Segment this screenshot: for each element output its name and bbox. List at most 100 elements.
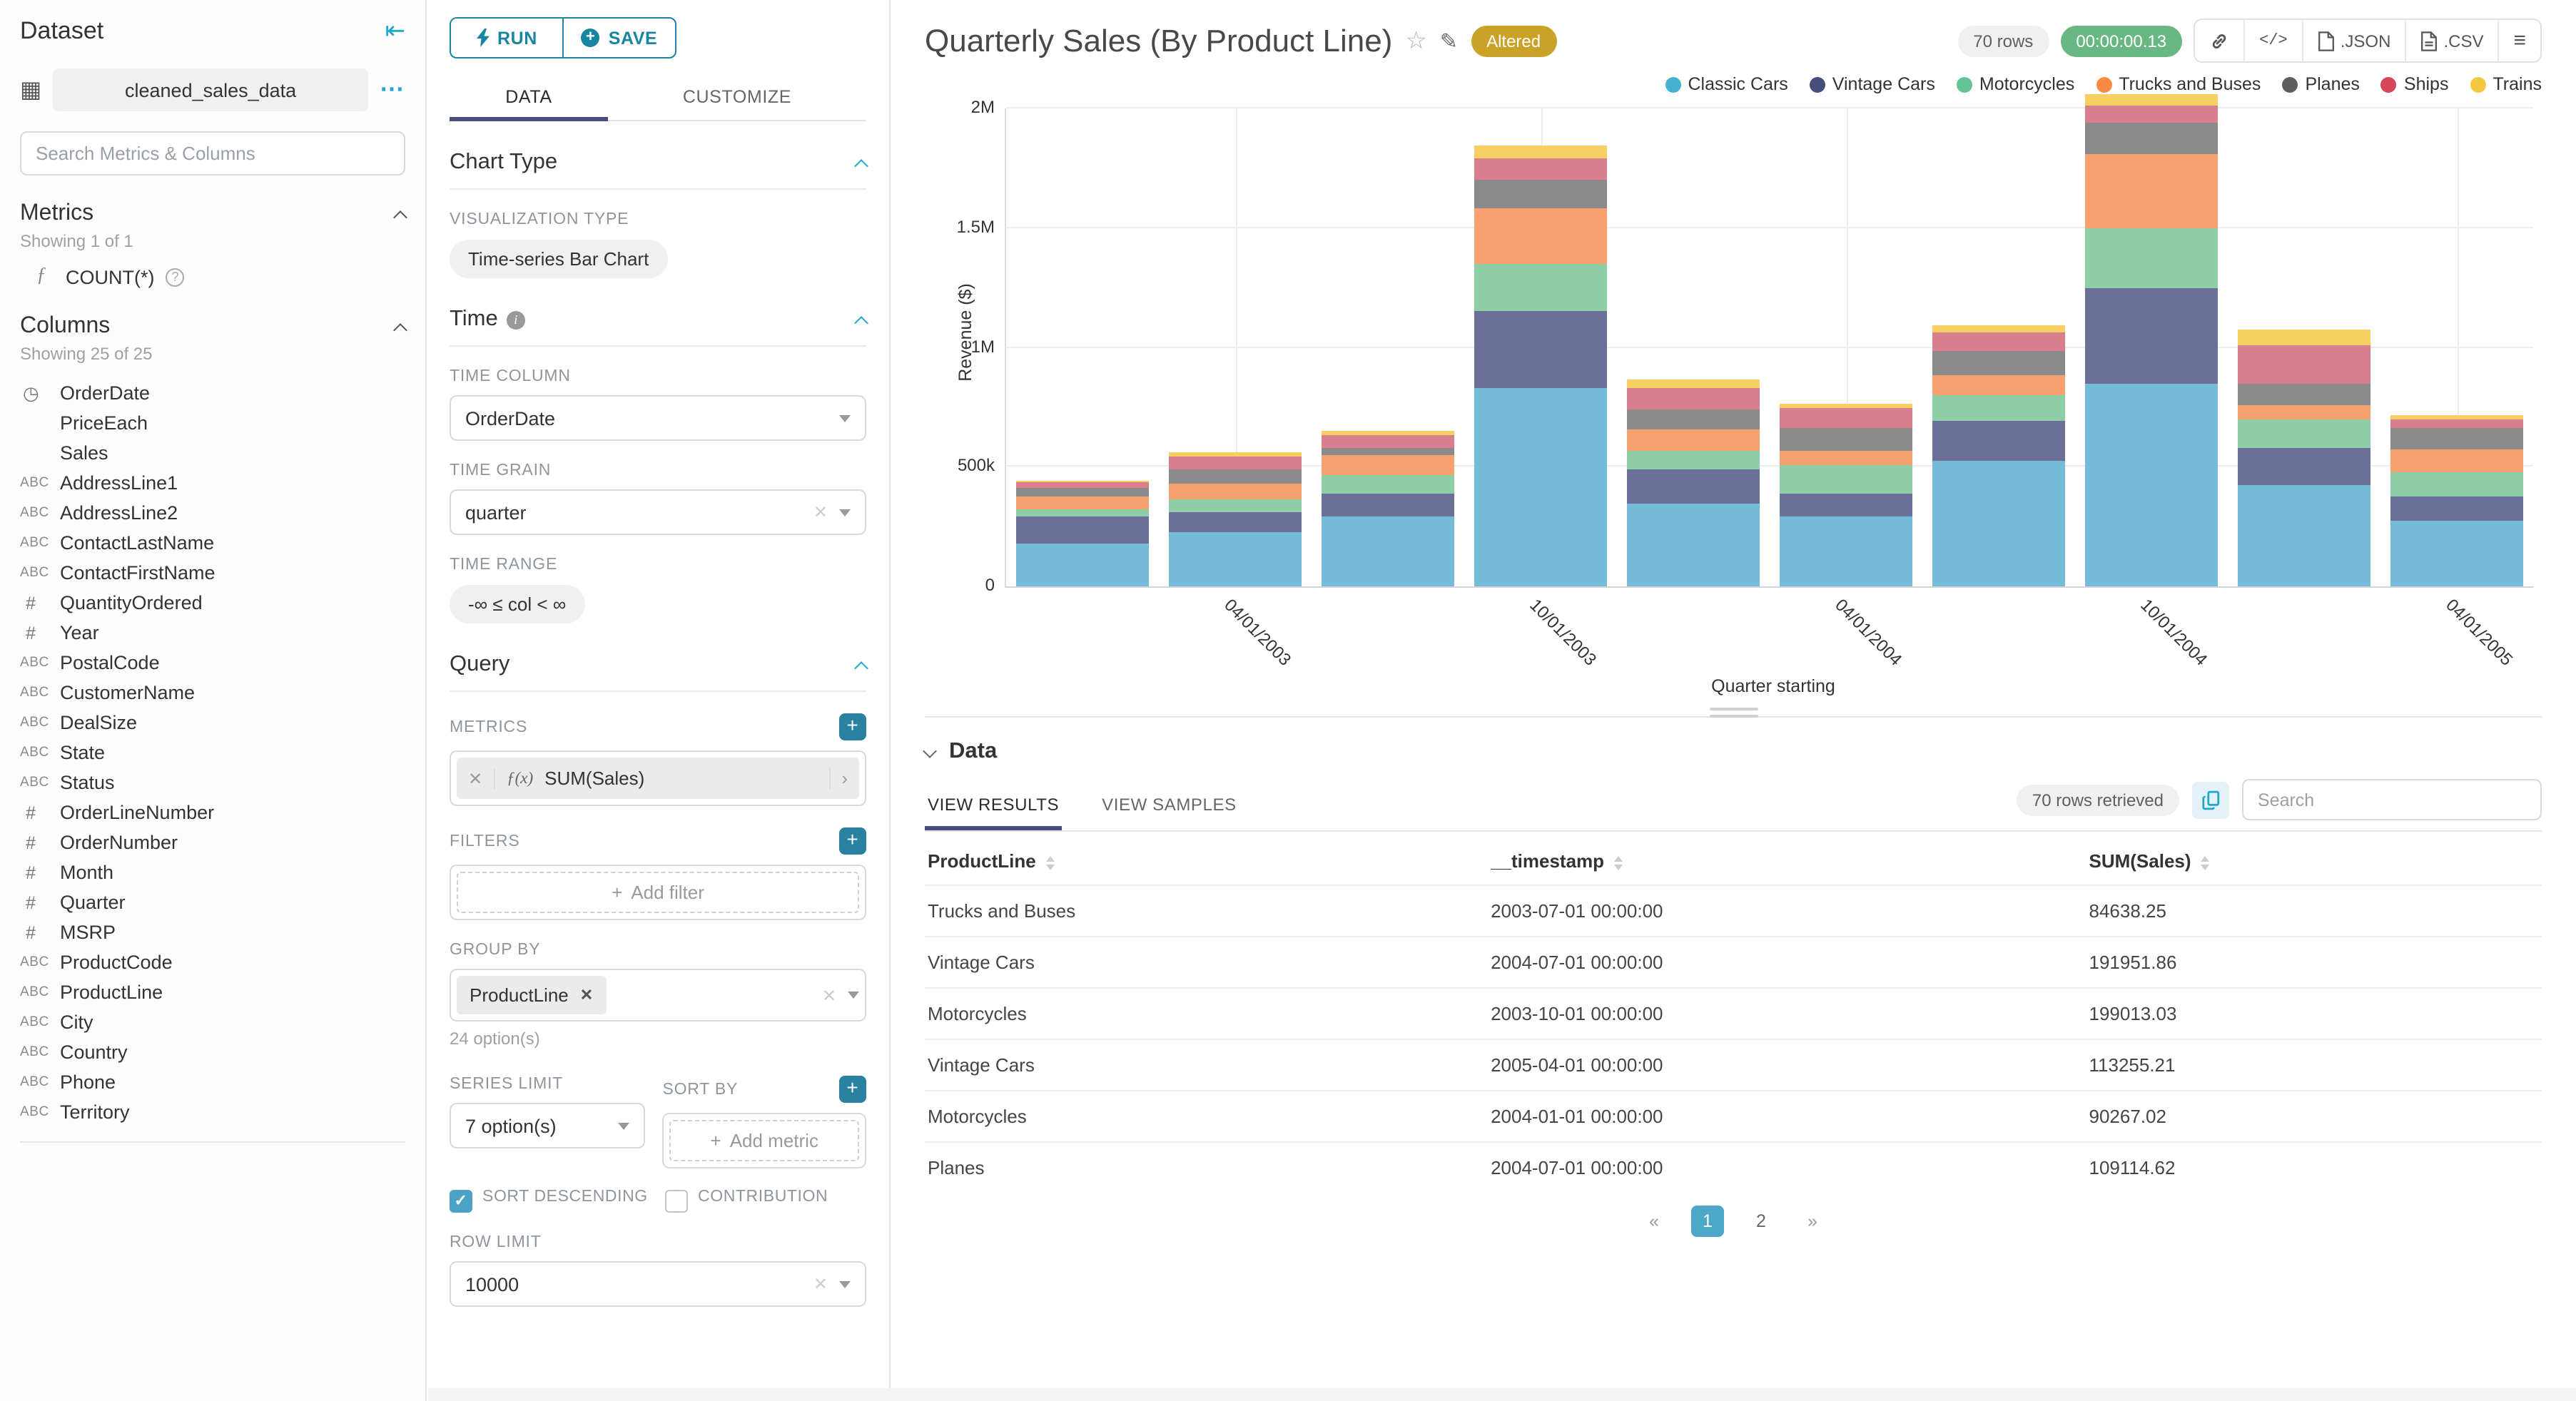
bar-segment[interactable] bbox=[1322, 454, 1454, 476]
edit-properties-icon[interactable]: ✎ bbox=[1440, 28, 1458, 54]
stacked-bar[interactable] bbox=[1474, 146, 1606, 586]
column-item[interactable]: # Quarter bbox=[20, 887, 405, 917]
bar-segment[interactable] bbox=[2085, 93, 2217, 105]
column-item[interactable]: ABC ProductLine bbox=[20, 977, 405, 1007]
metric-item[interactable]: ƒ COUNT(*) ? bbox=[20, 265, 405, 288]
column-item[interactable]: Sales bbox=[20, 438, 405, 468]
bar-segment[interactable] bbox=[1627, 388, 1759, 410]
bar-segment[interactable] bbox=[1322, 447, 1454, 455]
bar-segment[interactable] bbox=[1474, 387, 1606, 586]
help-icon[interactable]: ? bbox=[166, 268, 185, 286]
column-item[interactable]: ◷ OrderDate bbox=[20, 378, 405, 408]
column-item[interactable]: ABC Territory bbox=[20, 1097, 405, 1127]
tab-view-samples[interactable]: VIEW SAMPLES bbox=[1099, 781, 1239, 828]
tab-view-results[interactable]: VIEW RESULTS bbox=[925, 781, 1063, 830]
legend-item[interactable]: Motorcycles bbox=[1956, 74, 2074, 94]
dataset-name[interactable]: cleaned_sales_data bbox=[53, 68, 368, 111]
bar-segment[interactable] bbox=[1780, 408, 1912, 429]
bar-segment[interactable] bbox=[1322, 493, 1454, 517]
bar-segment[interactable] bbox=[2238, 405, 2370, 420]
bar-segment[interactable] bbox=[2238, 419, 2370, 448]
row-limit-select[interactable]: 10000 ✕ bbox=[450, 1261, 866, 1307]
column-item[interactable]: PriceEach bbox=[20, 408, 405, 438]
bar-segment[interactable] bbox=[1016, 487, 1148, 497]
column-item[interactable]: ABC AddressLine2 bbox=[20, 498, 405, 528]
bar-segment[interactable] bbox=[1932, 325, 2064, 333]
legend-item[interactable]: Ships bbox=[2380, 74, 2448, 94]
add-sort-metric-button[interactable]: + bbox=[839, 1076, 866, 1103]
metrics-columns-search-input[interactable] bbox=[20, 131, 405, 175]
bar-segment[interactable] bbox=[1932, 395, 2064, 421]
stacked-bar[interactable] bbox=[1627, 379, 1759, 586]
bar-segment[interactable] bbox=[1932, 332, 2064, 352]
pagination-page-2[interactable]: 2 bbox=[1747, 1211, 1775, 1231]
bar-segment[interactable] bbox=[1322, 434, 1454, 448]
table-row[interactable]: Vintage Cars 2005-04-01 00:00:00 113255.21 bbox=[925, 1039, 2542, 1091]
bar-segment[interactable] bbox=[1016, 543, 1148, 586]
bar-segment[interactable] bbox=[1932, 375, 2064, 396]
clear-icon[interactable]: ✕ bbox=[813, 1274, 828, 1294]
bar-segment[interactable] bbox=[1016, 516, 1148, 544]
bar-segment[interactable] bbox=[1474, 146, 1606, 159]
clear-icon[interactable]: ✕ bbox=[813, 502, 828, 522]
time-grain-select[interactable]: quarter ✕ bbox=[450, 489, 866, 535]
sort-icon[interactable] bbox=[2201, 855, 2210, 870]
legend-item[interactable]: Classic Cars bbox=[1665, 74, 1788, 94]
legend-item[interactable]: Vintage Cars bbox=[1809, 74, 1935, 94]
column-item[interactable]: # QuantityOrdered bbox=[20, 588, 405, 618]
bar-segment[interactable] bbox=[2238, 383, 2370, 406]
bar-segment[interactable] bbox=[1322, 475, 1454, 494]
copy-data-button[interactable] bbox=[2192, 781, 2229, 818]
bar-segment[interactable] bbox=[2085, 105, 2217, 123]
info-icon[interactable]: i bbox=[506, 310, 525, 329]
add-metric-button[interactable]: + bbox=[839, 713, 866, 740]
clear-icon[interactable]: ✕ bbox=[822, 985, 836, 1005]
bar-segment[interactable] bbox=[1474, 263, 1606, 312]
chevron-up-icon[interactable] bbox=[854, 158, 868, 173]
panel-resize-handle[interactable] bbox=[1709, 708, 1758, 718]
bar-segment[interactable] bbox=[1780, 516, 1912, 586]
column-item[interactable]: # Year bbox=[20, 618, 405, 648]
pagination-page-1[interactable]: 1 bbox=[1691, 1206, 1724, 1237]
chevron-right-icon[interactable]: › bbox=[828, 768, 848, 789]
legend-item[interactable]: Trains bbox=[2470, 74, 2542, 94]
bar-segment[interactable] bbox=[1474, 208, 1606, 264]
legend-item[interactable]: Planes bbox=[2282, 74, 2360, 94]
series-limit-select[interactable]: 7 option(s) bbox=[450, 1103, 646, 1148]
bar-segment[interactable] bbox=[2238, 330, 2370, 346]
column-item[interactable]: # OrderLineNumber bbox=[20, 798, 405, 827]
bar-segment[interactable] bbox=[1169, 456, 1301, 469]
bar-segment[interactable] bbox=[1780, 403, 1912, 409]
contribution-checkbox[interactable]: CONTRIBUTION bbox=[665, 1188, 866, 1213]
stacked-bar[interactable] bbox=[1780, 403, 1912, 586]
bar-segment[interactable] bbox=[2390, 449, 2522, 472]
tab-data[interactable]: DATA bbox=[450, 76, 608, 121]
visualization-type-value[interactable]: Time-series Bar Chart bbox=[450, 240, 668, 278]
table-row[interactable]: Vintage Cars 2004-07-01 00:00:00 191951.86 bbox=[925, 936, 2542, 988]
dataset-more-icon[interactable]: ⋯ bbox=[380, 76, 405, 104]
bar-segment[interactable] bbox=[1627, 469, 1759, 504]
bar-segment[interactable] bbox=[1627, 429, 1759, 451]
column-item[interactable]: ABC City bbox=[20, 1007, 405, 1037]
column-item[interactable]: ABC AddressLine1 bbox=[20, 468, 405, 498]
group-by-tag[interactable]: ProductLine ✕ bbox=[457, 976, 607, 1014]
bar-segment[interactable] bbox=[1627, 504, 1759, 586]
column-item[interactable]: ABC DealSize bbox=[20, 708, 405, 738]
bar-segment[interactable] bbox=[1780, 428, 1912, 452]
add-filter-dropzone[interactable]: + Add filter bbox=[457, 872, 859, 913]
bar-segment[interactable] bbox=[1932, 420, 2064, 462]
export-csv-button[interactable]: .CSV bbox=[2405, 20, 2498, 61]
export-json-button[interactable]: .JSON bbox=[2301, 20, 2405, 61]
share-link-button[interactable] bbox=[2195, 20, 2244, 61]
time-range-value[interactable]: -∞ ≤ col < ∞ bbox=[450, 585, 585, 623]
bar-segment[interactable] bbox=[2085, 383, 2217, 586]
metric-pill[interactable]: ✕ ƒ(x) SUM(Sales) › bbox=[457, 758, 859, 799]
bar-segment[interactable] bbox=[1780, 493, 1912, 517]
stacked-bar[interactable] bbox=[2085, 93, 2217, 586]
favorite-star-icon[interactable]: ☆ bbox=[1405, 26, 1427, 55]
bar-segment[interactable] bbox=[2085, 123, 2217, 154]
pagination-prev[interactable]: « bbox=[1640, 1211, 1668, 1231]
bar-segment[interactable] bbox=[2390, 415, 2522, 420]
bar-segment[interactable] bbox=[1627, 450, 1759, 469]
column-header[interactable]: ProductLine bbox=[925, 835, 1491, 885]
